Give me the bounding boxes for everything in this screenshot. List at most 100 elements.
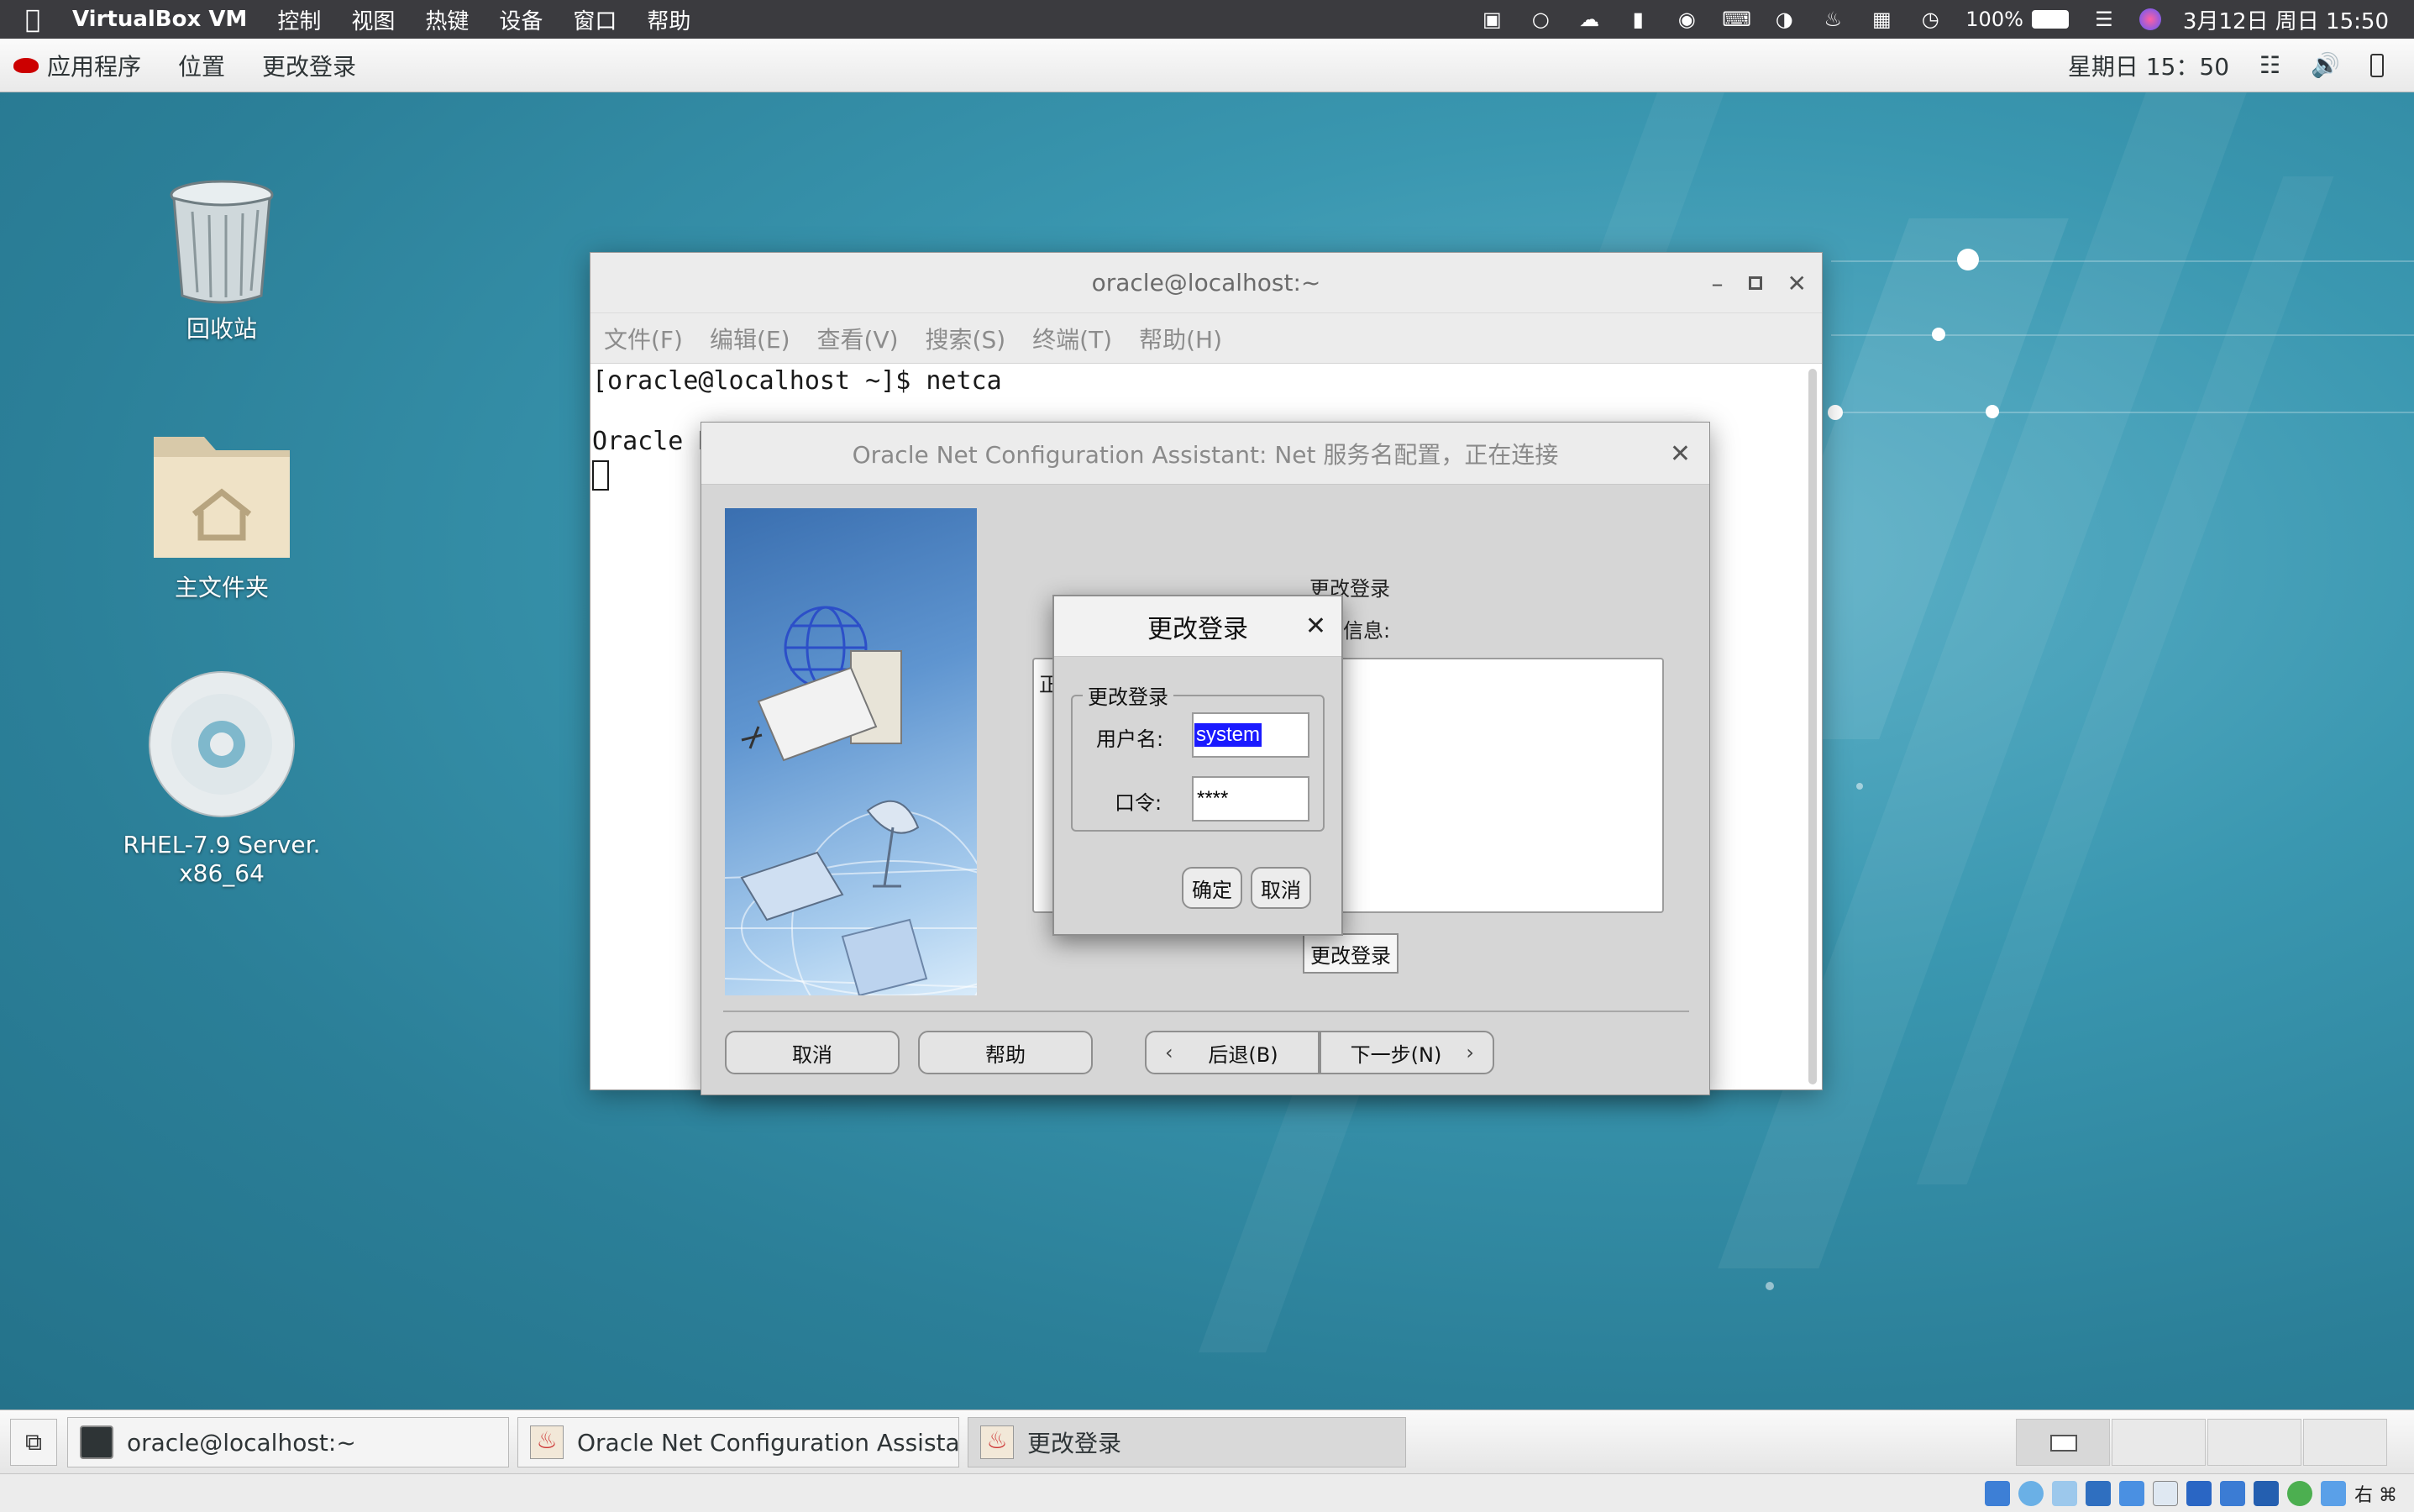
guest-additions-icon[interactable] <box>2287 1480 2312 1506</box>
home-folder-icon <box>154 437 290 558</box>
menu-view[interactable]: 视图 <box>336 4 410 35</box>
maximize-icon[interactable] <box>1748 276 1762 290</box>
workspace-3[interactable] <box>2207 1419 2301 1466</box>
close-icon[interactable]: ✕ <box>1305 612 1326 641</box>
desktop-icon-disc[interactable]: RHEL-7.9 Server. x86_64 <box>121 669 323 890</box>
applications-menu[interactable]: 应用程序 <box>39 49 160 82</box>
network-icon[interactable]: ☷ <box>2259 51 2280 79</box>
volume-icon[interactable]: 🔊 <box>2311 51 2340 79</box>
download-icon[interactable] <box>2321 1480 2346 1506</box>
usb-icon[interactable] <box>2119 1480 2144 1506</box>
terminal-menu-search[interactable]: 搜索(S) <box>924 322 1020 355</box>
terminal-menu-view[interactable]: 查看(V) <box>816 322 912 355</box>
apple-icon[interactable]:  <box>0 5 55 34</box>
disc-label: RHEL-7.9 Server. x86_64 <box>121 828 323 890</box>
desktop-icon-home[interactable]: 主文件夹 <box>121 420 323 605</box>
screen-share-icon[interactable]: ▣ <box>1478 8 1505 31</box>
login-group-label: 更改登录 <box>1088 685 1168 709</box>
home-folder-label: 主文件夹 <box>174 574 269 601</box>
workspace-1[interactable] <box>2016 1419 2110 1466</box>
host-key-label[interactable]: 右 ⌘ <box>2354 1480 2397 1507</box>
chevron-right-icon: › <box>1466 1041 1474 1064</box>
gnome-window-list: ⧉ oracle@localhost:~ ♨ Oracle Net Config… <box>0 1410 2414 1473</box>
cancel-button[interactable]: 取消 <box>725 1031 900 1074</box>
video-capture-icon[interactable] <box>2220 1480 2245 1506</box>
change-login-button[interactable]: 更改登录 <box>1303 933 1399 974</box>
active-window-menu[interactable]: 更改登录 <box>244 49 375 82</box>
menu-window[interactable]: 窗口 <box>558 4 632 35</box>
terminal-menu-file[interactable]: 文件(F) <box>602 322 696 355</box>
menu-hotkeys[interactable]: 热键 <box>410 4 484 35</box>
bookmark-icon[interactable]: ▮ <box>1624 8 1651 31</box>
login-titlebar[interactable]: 更改登录 ✕ <box>1054 596 1341 657</box>
battery-icon[interactable] <box>2031 10 2069 29</box>
password-field[interactable] <box>1192 776 1309 822</box>
hard-disk-icon[interactable] <box>1985 1480 2010 1506</box>
netca-titlebar[interactable]: Oracle Net Configuration Assistant: Net … <box>701 423 1709 485</box>
vpn-icon[interactable]: ◑ <box>1771 8 1797 31</box>
optical-drive-icon[interactable] <box>2018 1480 2044 1506</box>
mac-clock[interactable]: 3月12日 周日 15:50 <box>2183 4 2389 35</box>
workspace-4[interactable] <box>2303 1419 2387 1466</box>
vbox-status-bar: 右 ⌘ <box>0 1473 2414 1512</box>
power-icon[interactable] <box>2370 53 2384 77</box>
back-button[interactable]: ‹ 后退(B) <box>1145 1031 1320 1074</box>
siri-icon[interactable] <box>2138 8 2161 30</box>
terminal-menu-edit[interactable]: 编辑(E) <box>708 322 804 355</box>
close-icon[interactable]: ✕ <box>1670 439 1691 469</box>
password-label: 口令: <box>1115 791 1162 815</box>
menu-devices[interactable]: 设备 <box>484 4 558 35</box>
help-button[interactable]: 帮助 <box>918 1031 1093 1074</box>
redhat-logo-icon <box>13 57 39 73</box>
terminal-menubar: 文件(F) 编辑(E) 查看(V) 搜索(S) 终端(T) 帮助(H) <box>590 313 1822 364</box>
mac-menubar:  VirtualBox VM 控制 视图 热键 设备 窗口 帮助 ▣ ○ ☁ … <box>0 0 2414 39</box>
terminal-menu-help[interactable]: 帮助(H) <box>1137 322 1236 355</box>
keyboard-icon[interactable]: ⌨ <box>1722 8 1751 31</box>
show-desktop-button[interactable]: ⧉ <box>10 1419 57 1466</box>
username-label: 用户名: <box>1096 727 1164 751</box>
control-center-icon[interactable]: ☰ <box>2091 8 2117 31</box>
netca-illustration <box>725 508 977 995</box>
gnome-top-bar: 应用程序 位置 更改登录 星期日 15：50 ☷ 🔊 <box>0 39 2414 92</box>
username-field[interactable]: system <box>1192 712 1309 758</box>
network-illustration-icon <box>725 606 977 995</box>
next-button[interactable]: 下一步(N) › <box>1320 1031 1494 1074</box>
task-netca[interactable]: ♨ Oracle Net Configuration Assistant: ··… <box>517 1417 959 1467</box>
task-terminal[interactable]: oracle@localhost:~ <box>67 1417 509 1467</box>
workspace-window-thumb <box>2050 1435 2077 1452</box>
back-button-label: 后退(B) <box>1208 1042 1278 1067</box>
shared-folder-icon[interactable] <box>2153 1480 2178 1506</box>
close-icon[interactable]: ✕ <box>1787 270 1807 297</box>
onepassword-icon[interactable]: ◉ <box>1673 8 1700 31</box>
gnome-clock[interactable]: 星期日 15：50 <box>2068 49 2229 82</box>
ok-button[interactable]: 确定 <box>1182 867 1242 909</box>
network-adapter-icon[interactable] <box>2086 1480 2111 1506</box>
change-login-dialog: 更改登录 ✕ 更改登录 用户名: system 口令: 确定 取消 <box>1052 595 1343 936</box>
task-change-login-label: 更改登录 <box>1027 1430 1122 1457</box>
time-machine-icon[interactable]: ◷ <box>1917 8 1944 31</box>
netca-title: Oracle Net Configuration Assistant: Net … <box>852 440 1559 469</box>
netca-info-label: 信息: <box>1343 619 1391 643</box>
wechat-icon[interactable]: ○ <box>1527 8 1554 31</box>
cancel-button[interactable]: 取消 <box>1251 867 1311 909</box>
app-name-menu[interactable]: VirtualBox VM <box>55 7 262 32</box>
netca-separator <box>723 1011 1689 1012</box>
places-menu[interactable]: 位置 <box>160 49 244 82</box>
menu-help[interactable]: 帮助 <box>632 4 706 35</box>
task-change-login[interactable]: ♨ 更改登录 <box>968 1417 1406 1467</box>
terminal-titlebar[interactable]: oracle@localhost:~ – ✕ <box>590 253 1822 313</box>
workspace-2[interactable] <box>2112 1419 2206 1466</box>
terminal-scrollbar[interactable] <box>1808 369 1817 1084</box>
vrde-icon[interactable] <box>2254 1480 2279 1506</box>
terminal-line: [oracle@localhost ~]$ netca <box>592 366 1002 396</box>
weather-icon[interactable]: ☁ <box>1576 8 1603 31</box>
display-icon[interactable] <box>2186 1480 2212 1506</box>
minimize-icon[interactable]: – <box>1712 270 1724 297</box>
terminal-menu-terminal[interactable]: 终端(T) <box>1031 322 1126 355</box>
menu-control[interactable]: 控制 <box>262 4 336 35</box>
script-icon[interactable]: ▦ <box>1868 8 1895 31</box>
audio-icon[interactable] <box>2052 1480 2077 1506</box>
notification-bell-icon[interactable]: ♨ <box>1819 8 1846 31</box>
java-icon: ♨ <box>980 1425 1014 1459</box>
desktop-icon-trash[interactable]: 回收站 <box>121 178 323 346</box>
